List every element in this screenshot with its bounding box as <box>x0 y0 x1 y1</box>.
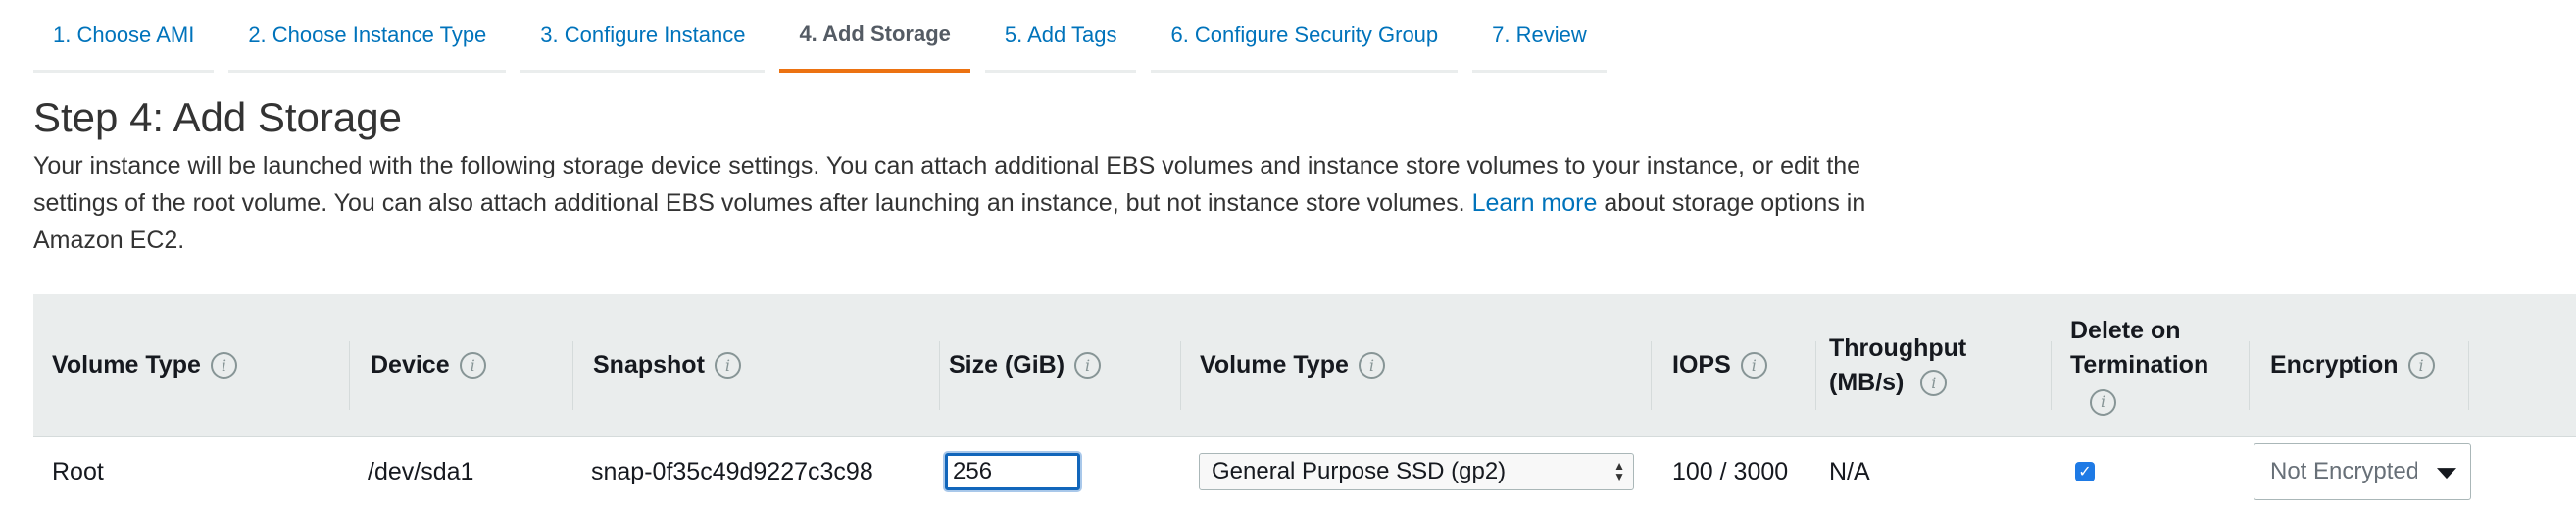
volume-type-select[interactable]: General Purpose SSD (gp2) ▲ ▼ <box>1199 453 1634 490</box>
tab-configure-security-group[interactable]: 6. Configure Security Group <box>1151 0 1459 73</box>
page-title: Step 4: Add Storage <box>33 94 402 140</box>
header-snapshot-label: Snapshot <box>593 351 705 379</box>
learn-more-link[interactable]: Learn more <box>1472 189 1598 217</box>
tab-review[interactable]: 7. Review <box>1472 0 1607 73</box>
header-size: Size (GiB) i <box>949 294 1102 436</box>
chevron-down-icon <box>2437 468 2456 480</box>
column-divider <box>349 341 350 410</box>
header-iops: IOPS i <box>1672 294 1767 436</box>
checkmark-icon: ✓ <box>2078 464 2092 481</box>
header-device-label: Device <box>371 351 450 379</box>
info-icon[interactable]: i <box>1074 352 1102 379</box>
cell-device: /dev/sda1 <box>368 457 474 485</box>
header-encryption-label: Encryption <box>2270 351 2399 379</box>
encryption-select-value: Not Encrypted <box>2270 458 2417 484</box>
info-icon[interactable]: i <box>1740 352 1767 379</box>
header-volume-type: Volume Type i <box>52 294 237 436</box>
info-icon[interactable]: i <box>2090 388 2116 416</box>
info-icon[interactable]: i <box>459 352 486 379</box>
column-divider <box>2468 341 2469 410</box>
cell-throughput: N/A <box>1829 457 1870 485</box>
volume-type-select-value: General Purpose SSD (gp2) <box>1212 458 1507 484</box>
header-delete-line2: Termination <box>2070 351 2209 379</box>
header-size-label: Size (GiB) <box>949 351 1065 379</box>
cell-encryption: Not Encrypted <box>2254 437 2471 506</box>
up-down-arrows-icon: ▲ ▼ <box>1613 459 1625 483</box>
size-input[interactable] <box>945 453 1080 490</box>
column-divider <box>1815 341 1816 410</box>
cell-delete-on-termination: ✓ <box>2075 437 2095 506</box>
cell-size <box>945 437 1080 506</box>
header-encryption: Encryption i <box>2270 294 2435 436</box>
header-volume-type-label: Volume Type <box>52 351 201 379</box>
column-divider <box>2249 341 2250 410</box>
table-header: Volume Type i Device i Snapshot i Size (… <box>33 294 2576 437</box>
page-description: Your instance will be launched with the … <box>33 147 1876 259</box>
header-ebs-volume-type: Volume Type i <box>1200 294 1385 436</box>
info-icon[interactable]: i <box>714 352 741 379</box>
header-iops-label: IOPS <box>1672 351 1731 379</box>
column-divider <box>572 341 573 410</box>
info-icon[interactable]: i <box>210 352 237 379</box>
cell-volume-type: Root <box>52 457 104 485</box>
header-throughput-line1: Throughput <box>1829 333 1967 362</box>
header-delete-line1: Delete on <box>2070 317 2181 344</box>
header-device: Device i <box>371 294 486 436</box>
tab-choose-ami[interactable]: 1. Choose AMI <box>33 0 215 73</box>
wizard-tabs: 1. Choose AMI 2. Choose Instance Type 3.… <box>33 0 1621 73</box>
tab-add-storage[interactable]: 4. Add Storage <box>779 0 970 73</box>
delete-on-termination-checkbox[interactable]: ✓ <box>2075 462 2095 481</box>
header-throughput-line2: (MB/s) <box>1829 368 1905 396</box>
header-snapshot: Snapshot i <box>593 294 741 436</box>
info-icon[interactable]: i <box>2407 352 2435 379</box>
cell-iops: 100 / 3000 <box>1672 457 1789 485</box>
header-throughput: Throughput (MB/s) i <box>1829 294 1966 436</box>
column-divider <box>1180 341 1181 410</box>
tab-configure-instance[interactable]: 3. Configure Instance <box>520 0 766 73</box>
column-divider <box>2051 341 2052 410</box>
header-ebs-volume-type-label: Volume Type <box>1200 351 1349 379</box>
info-icon[interactable]: i <box>1358 352 1385 379</box>
tab-add-tags[interactable]: 5. Add Tags <box>984 0 1137 73</box>
header-delete-on-termination: Delete on Termination i <box>2070 294 2208 436</box>
storage-table: Volume Type i Device i Snapshot i Size (… <box>33 294 2576 506</box>
column-divider <box>939 341 940 410</box>
cell-snapshot: snap-0f35c49d9227c3c98 <box>591 457 873 485</box>
tab-choose-instance-type[interactable]: 2. Choose Instance Type <box>228 0 507 73</box>
column-divider <box>1651 341 1652 410</box>
cell-ebs-volume-type: General Purpose SSD (gp2) ▲ ▼ <box>1199 437 1634 506</box>
info-icon[interactable]: i <box>1920 370 1948 397</box>
ec2-launch-wizard: 1. Choose AMI 2. Choose Instance Type 3.… <box>0 0 2576 506</box>
table-row: Root /dev/sda1 snap-0f35c49d9227c3c98 Ge… <box>33 437 2576 506</box>
encryption-select[interactable]: Not Encrypted <box>2254 443 2471 500</box>
